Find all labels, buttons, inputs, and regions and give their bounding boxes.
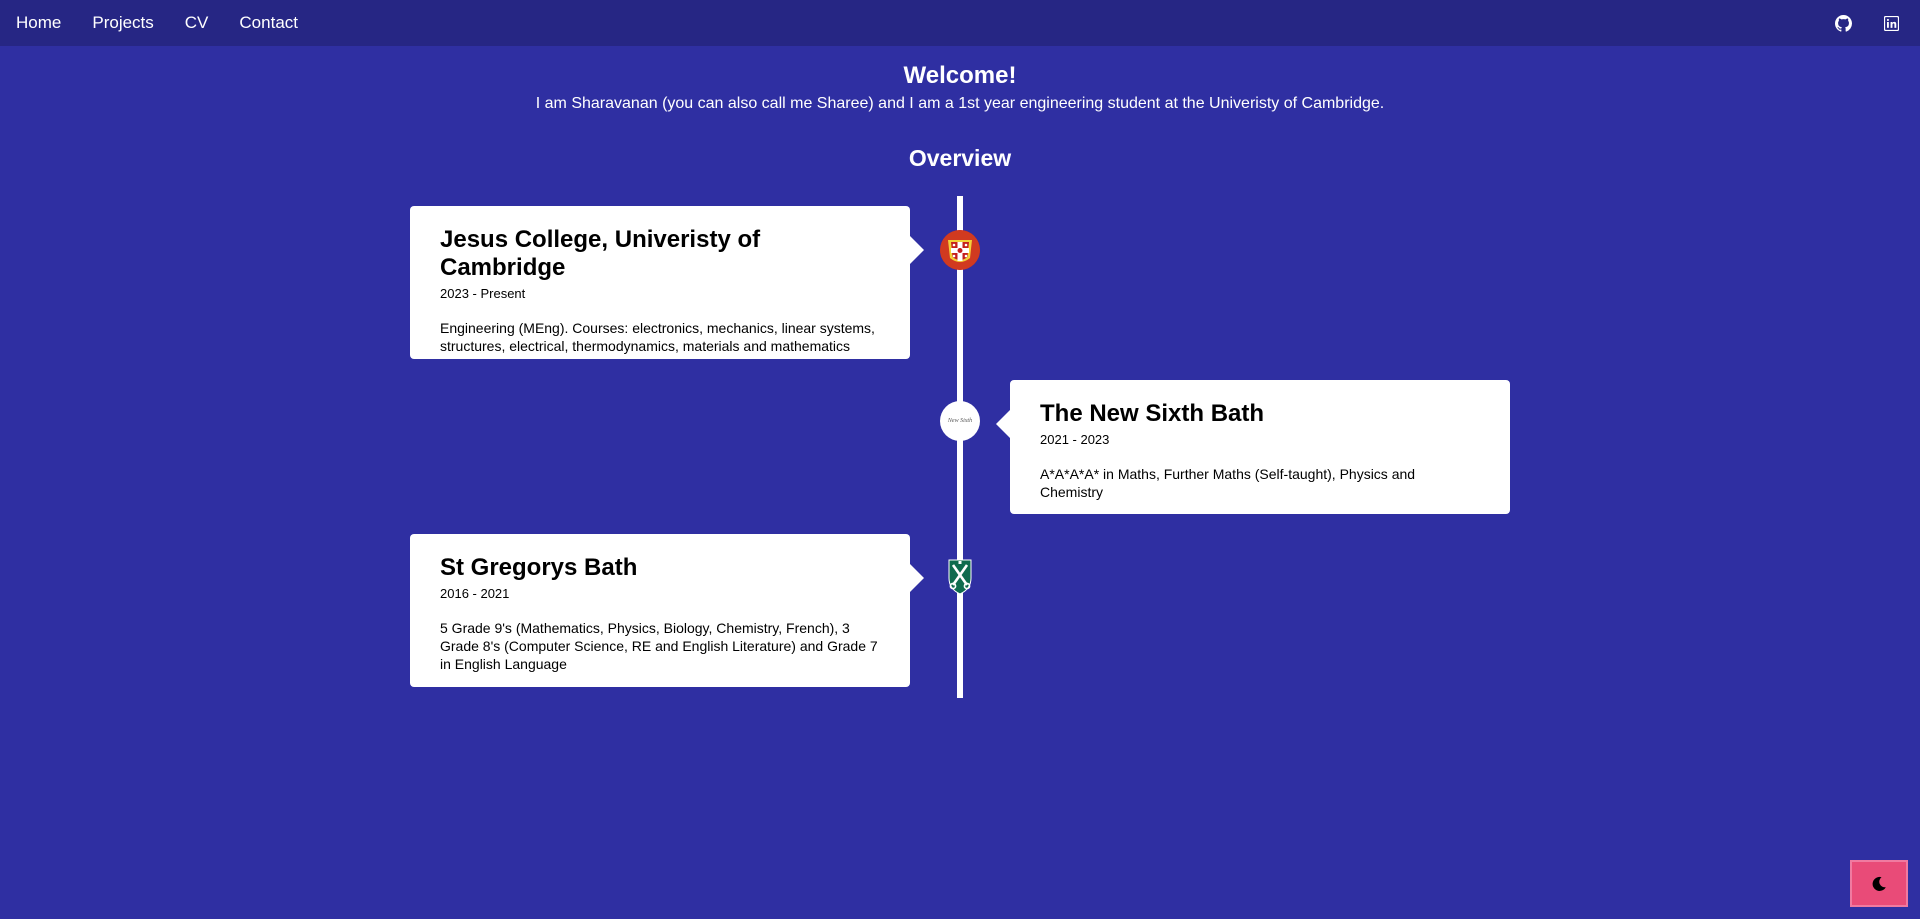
github-icon[interactable]	[1834, 14, 1852, 32]
overview-title: Overview	[908, 145, 1012, 171]
linkedin-icon[interactable]	[1882, 14, 1900, 32]
timeline-line	[957, 196, 963, 698]
nav-home-link[interactable]: Home	[16, 0, 61, 46]
moon-icon	[1871, 876, 1887, 892]
new-sixth-logo-text: New Sixth	[947, 418, 973, 424]
nav-social-icons	[1834, 14, 1904, 32]
timeline-card-st-gregorys: St Gregorys Bath 2016 - 2021 5 Grade 9's…	[410, 534, 924, 687]
new-sixth-logo-icon: New Sixth	[940, 401, 980, 441]
card-date: 2016 - 2021	[440, 586, 510, 601]
card-description: Engineering (MEng). Courses: electronics…	[440, 320, 875, 354]
nav-contact-link[interactable]: Contact	[239, 0, 298, 46]
card-title: St Gregorys Bath	[440, 554, 638, 581]
st-gregorys-crest-icon	[940, 556, 980, 596]
nav-links: Home Projects CV Contact	[16, 0, 329, 46]
dark-mode-toggle-button[interactable]	[1850, 860, 1908, 907]
timeline-card-new-sixth: The New Sixth Bath 2021 - 2023 A*A*A*A* …	[996, 380, 1510, 514]
nav-cv-link[interactable]: CV	[185, 0, 209, 46]
card-description: A*A*A*A* in Maths, Further Maths (Self-t…	[1040, 466, 1416, 500]
nav-projects-link[interactable]: Projects	[92, 0, 153, 46]
card-title: The New Sixth Bath	[1040, 400, 1265, 427]
jesus-college-crest-icon	[940, 230, 980, 270]
welcome-title: Welcome!	[903, 62, 1017, 89]
card-date: 2023 - Present	[440, 286, 526, 301]
card-title: Jesus College, Univeristy of Cambridge	[440, 226, 761, 281]
navbar: Home Projects CV Contact	[0, 0, 1920, 46]
card-date: 2021 - 2023	[1040, 432, 1110, 447]
intro-text: I am Sharavanan (you can also call me Sh…	[535, 95, 1385, 112]
card-description: 5 Grade 9's (Mathematics, Physics, Biolo…	[440, 620, 878, 672]
timeline-card-cambridge: Jesus College, Univeristy of Cambridge 2…	[410, 206, 924, 359]
page: Home Projects CV Contact Welcome! I am S…	[0, 0, 1920, 919]
